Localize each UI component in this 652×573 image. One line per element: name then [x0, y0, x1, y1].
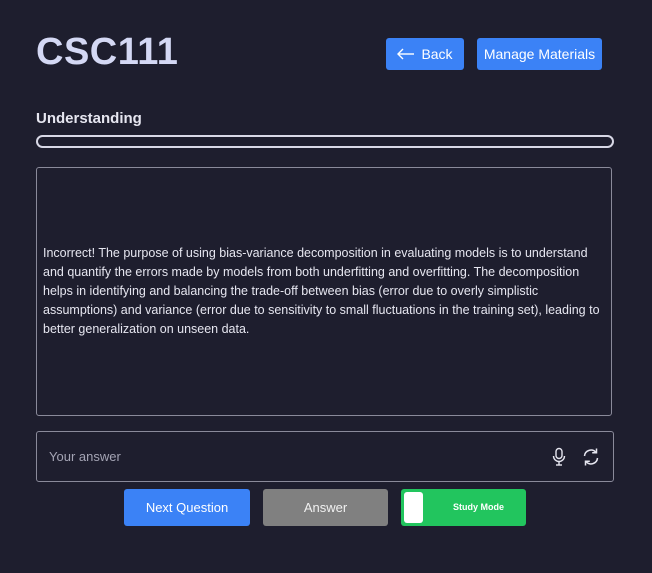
- progress-bar: [36, 135, 614, 148]
- study-mode-label: Study Mode: [453, 502, 504, 512]
- manage-materials-button[interactable]: Manage Materials: [477, 38, 602, 70]
- answer-button[interactable]: Answer: [263, 489, 388, 526]
- study-mode-toggle[interactable]: Study Mode: [401, 489, 526, 526]
- answer-field-container: [36, 431, 614, 482]
- microphone-icon: [552, 447, 566, 466]
- feedback-panel: Incorrect! The purpose of using bias-var…: [36, 167, 612, 416]
- course-title: CSC111: [36, 31, 179, 73]
- microphone-button[interactable]: [549, 446, 569, 468]
- section-label: Understanding: [36, 110, 142, 127]
- refresh-icon: [583, 448, 599, 465]
- back-button-label: Back: [421, 46, 453, 62]
- next-question-button[interactable]: Next Question: [124, 489, 250, 526]
- answer-input[interactable]: [37, 431, 549, 482]
- arrow-left-icon: [397, 48, 415, 60]
- back-button[interactable]: Back: [386, 38, 464, 70]
- toggle-knob: [404, 492, 423, 523]
- feedback-text: Incorrect! The purpose of using bias-var…: [43, 246, 600, 336]
- refresh-button[interactable]: [581, 446, 601, 468]
